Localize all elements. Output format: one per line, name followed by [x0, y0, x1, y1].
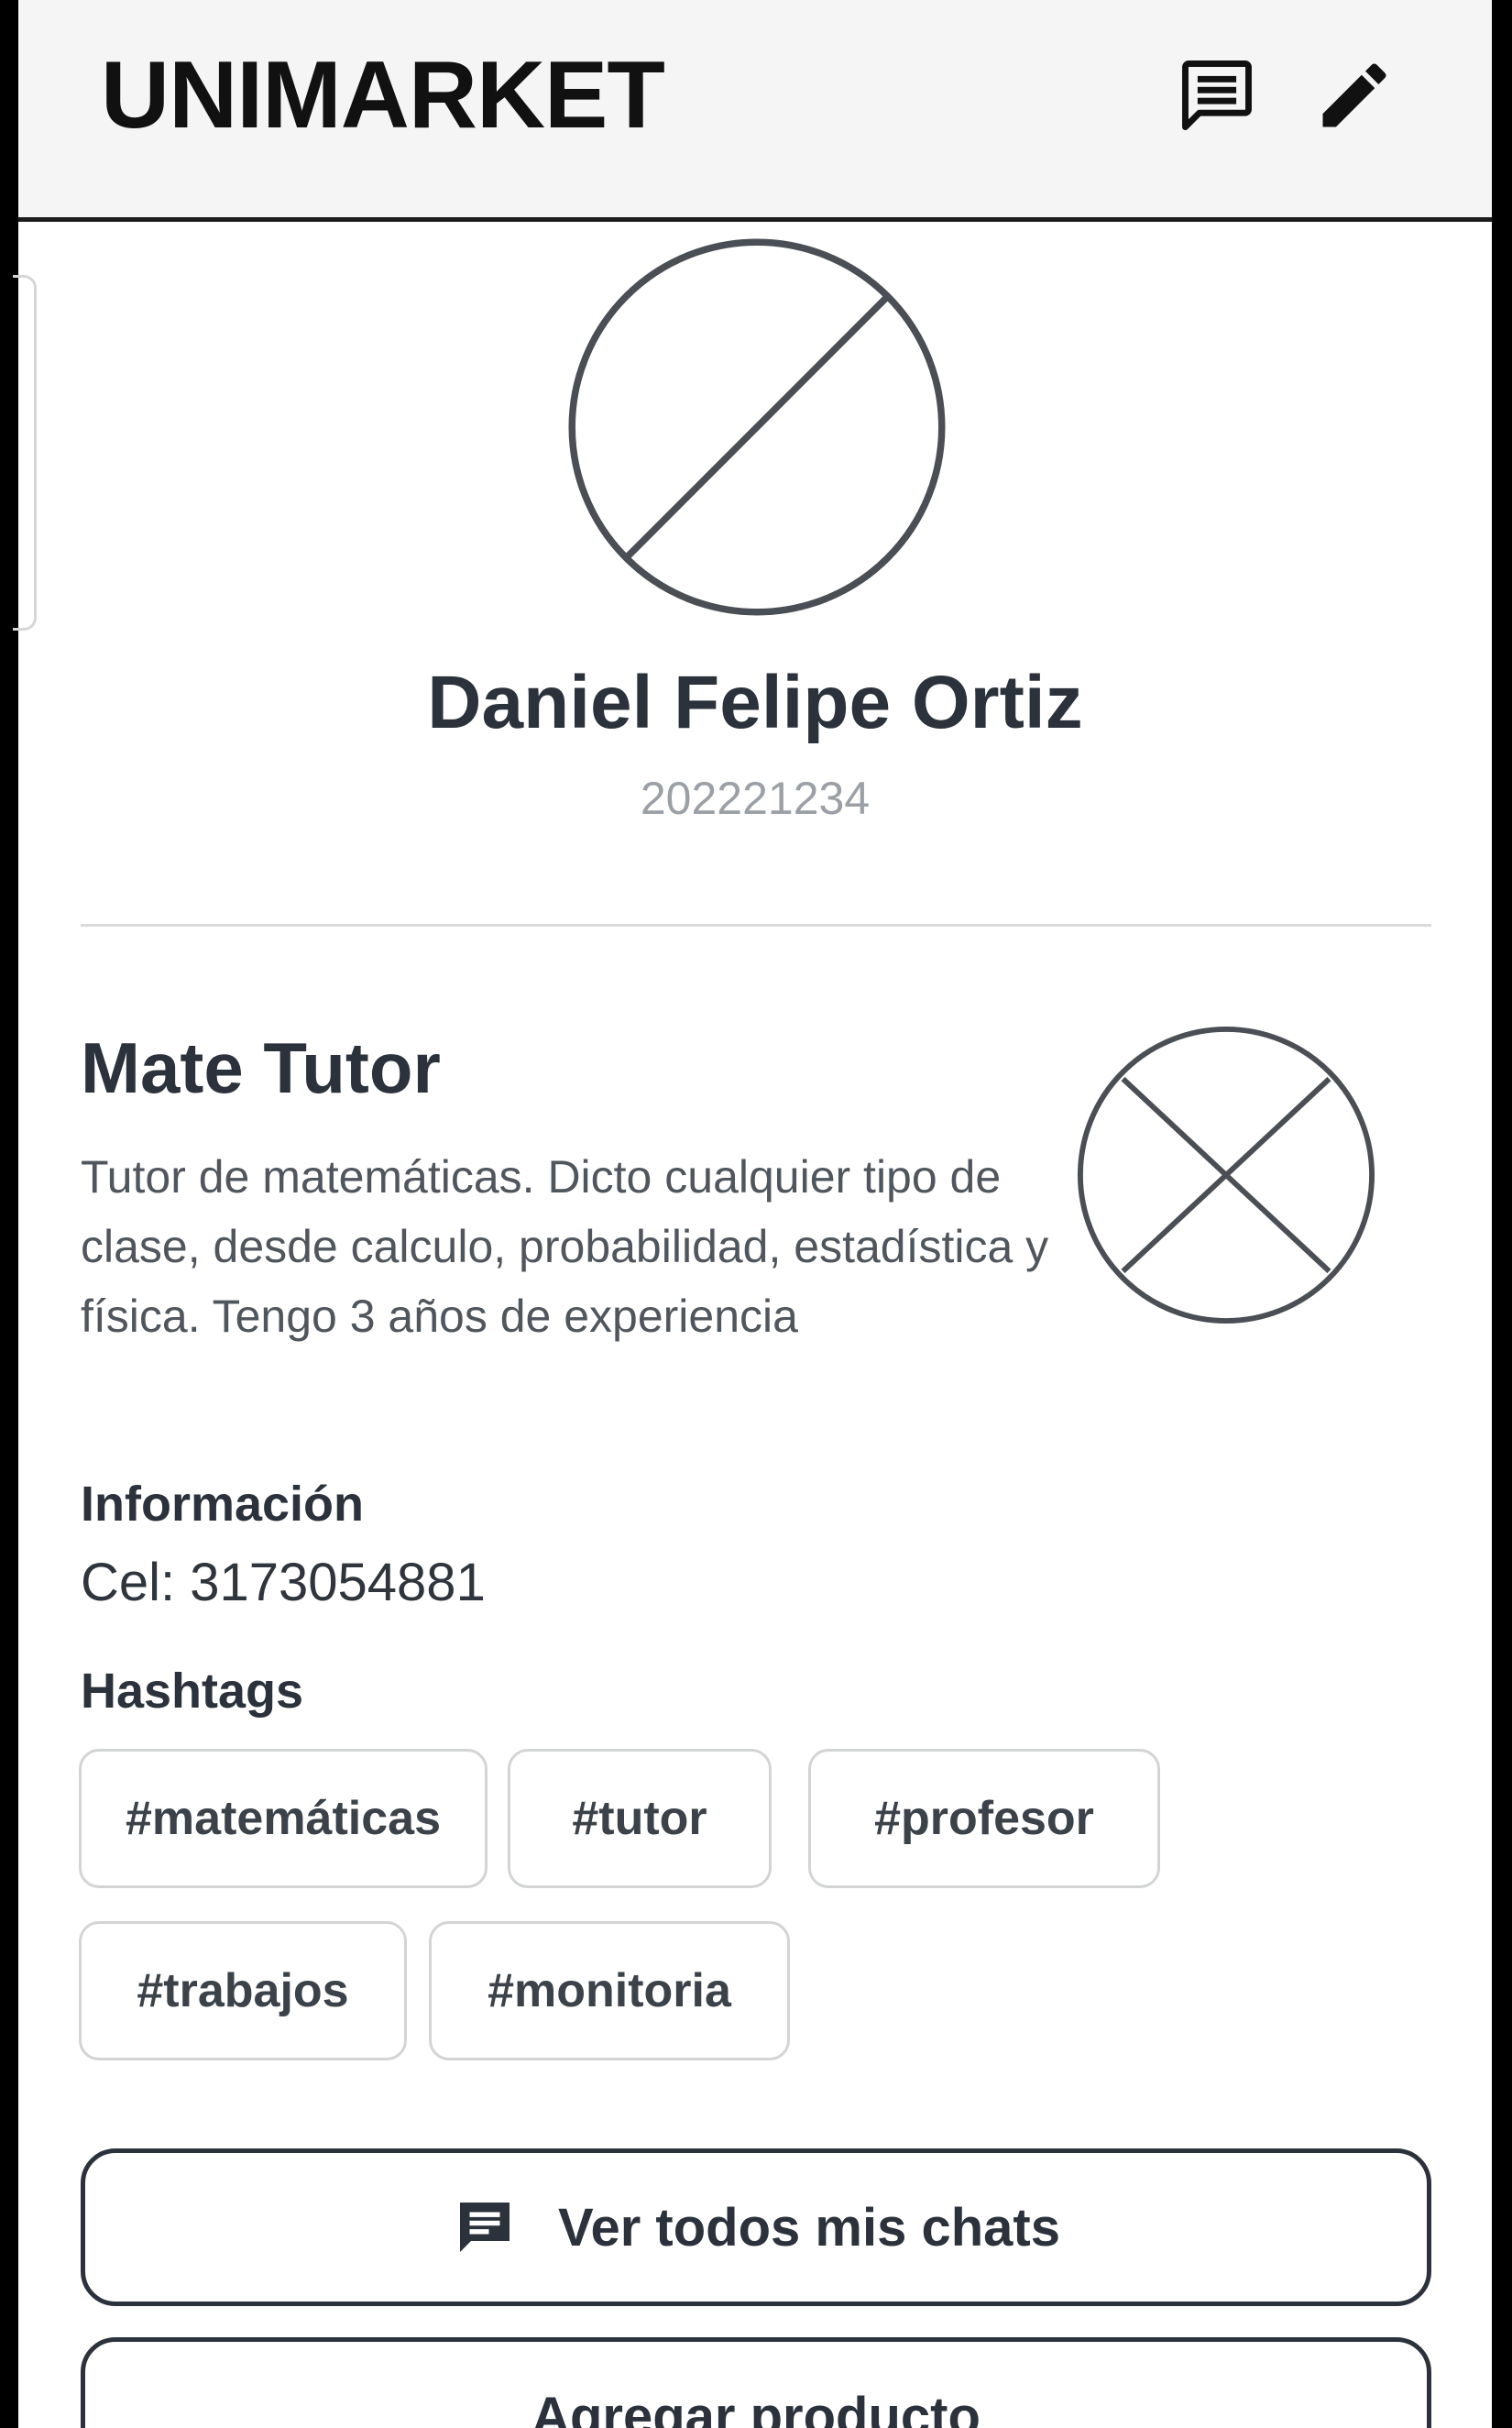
edit-profile-button[interactable] [1310, 51, 1398, 139]
section-divider [81, 924, 1431, 927]
chat-bubble-icon [460, 2203, 509, 2252]
app-logo-text: UNIMARKET [101, 42, 665, 148]
side-drawer-handle[interactable] [13, 275, 37, 631]
screen-edge-right [1492, 0, 1512, 2428]
add-product-label: Agregar producto [531, 2386, 981, 2428]
chat-bubble-icon [1182, 60, 1252, 130]
pencil-icon [1322, 63, 1386, 127]
add-product-button[interactable]: Agregar producto [81, 2337, 1431, 2428]
profile-student-code: 202221234 [640, 773, 871, 824]
profile-avatar[interactable] [566, 236, 948, 618]
info-heading: Información [81, 1477, 365, 1532]
service-image-placeholder[interactable] [1076, 1025, 1376, 1325]
hashtag-chip[interactable]: #matemáticas [79, 1749, 488, 1888]
phone-number: Cel: 3173054881 [81, 1553, 486, 1612]
app-screen: UNIMARKET Daniel Felipe Ortiz 202221234 … [0, 0, 1512, 2428]
hashtag-chip[interactable]: #monitoria [429, 1921, 790, 2060]
chat-button[interactable] [1173, 51, 1261, 139]
top-app-bar: UNIMARKET [18, 0, 1492, 222]
hashtag-chip[interactable]: #profesor [808, 1749, 1160, 1888]
view-all-chats-label: Ver todos mis chats [558, 2197, 1060, 2258]
hashtag-chip[interactable]: #tutor [508, 1749, 772, 1888]
hashtag-chip[interactable]: #trabajos [79, 1921, 407, 2060]
service-title: Mate Tutor [81, 1027, 441, 1108]
service-description: Tutor de matemáticas. Dicto cualquier ti… [81, 1151, 1049, 1342]
profile-name: Daniel Felipe Ortiz [427, 661, 1083, 744]
hashtags-heading: Hashtags [81, 1664, 304, 1719]
view-all-chats-button[interactable]: Ver todos mis chats [81, 2148, 1431, 2306]
